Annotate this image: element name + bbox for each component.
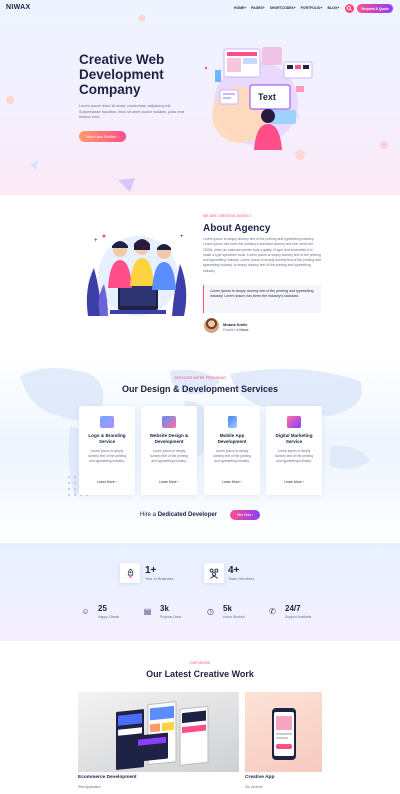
work-title: Our Latest Creative Work [146, 669, 254, 679]
service-card-text: Lorem ipsum is simply dummy text of the … [213, 449, 251, 463]
marketing-icon [287, 416, 301, 428]
phone-mockup-illustration [272, 708, 296, 760]
service-card-text: Lorem ipsum is simply dummy text of the … [275, 449, 313, 463]
arrow-icon: › [302, 480, 304, 484]
hero-section: Text [0, 0, 400, 195]
stat-team-value: 4+ [228, 565, 240, 576]
nav-item-shortcodes[interactable]: SHORTCODES+ [270, 6, 296, 10]
stat-years-value: 1+ [145, 565, 157, 576]
stat-projects-label: Projects Done [160, 615, 182, 619]
service-card-title: Website Design & Development [149, 433, 189, 445]
stat-support-label: Support Available [285, 615, 312, 619]
avatar [204, 318, 219, 333]
nav-item-portfolio[interactable]: PORTFOLIO+ [301, 6, 323, 10]
website-icon [162, 416, 176, 428]
search-button[interactable] [345, 4, 354, 13]
hire-developer-text: Hire a Dedicated Developer [140, 512, 217, 518]
site-logo[interactable]: NIWAX [6, 4, 30, 11]
service-card-title: Logo & Branding Service [88, 433, 126, 445]
learn-more-link[interactable]: Learn More › [204, 480, 260, 484]
nav-item-home[interactable]: HOME+ [234, 6, 246, 10]
clients-icon: ☺ [81, 607, 90, 616]
hero-title: Creative Web Development Company [79, 52, 165, 97]
services-title: Our Design & Development Services [121, 384, 279, 394]
ecommerce-project-image[interactable] [78, 692, 239, 772]
service-card-web-design[interactable]: Website Design & Development Lorem ipsum… [141, 406, 197, 495]
service-card-title: Mobile App Development [217, 433, 247, 445]
author-role-prefix: Founder of [223, 328, 239, 332]
learn-more-label: Learn More [97, 480, 115, 484]
author-role: Founder of Niwax [223, 328, 249, 332]
author-company: Niwax [239, 328, 249, 332]
about-illustration: + + [86, 234, 187, 316]
arrow-icon: › [115, 480, 117, 484]
hours-icon: ◷ [207, 607, 214, 616]
stat-hours-label: Hours Worked [223, 615, 245, 619]
creative-app-project-image[interactable] [245, 692, 322, 772]
stats-section [0, 543, 400, 641]
stat-years-label: Year In Business [145, 577, 174, 581]
team-icon [204, 563, 224, 583]
hire-now-button[interactable]: Hire Now › [230, 510, 260, 520]
arrow-icon: › [240, 480, 242, 484]
hire-bold: Dedicated Developer [157, 512, 218, 518]
arrow-icon: › [251, 513, 254, 517]
stat-projects-value: 3k [160, 604, 169, 613]
learn-more-label: Learn More [284, 480, 302, 484]
stat-team-label: Team Members [228, 577, 255, 581]
learn-more-link[interactable]: Learn More › [79, 480, 135, 484]
svg-text:Text: Text [258, 92, 276, 102]
arrow-icon: › [177, 480, 179, 484]
rocket-icon [120, 563, 140, 583]
branding-icon [100, 416, 114, 428]
work-item-category: iOs, Android [245, 785, 263, 789]
mockup-screens-illustration [116, 701, 209, 770]
top-navbar: NIWAX HOME+ PAGES+ SHORTCODES+ PORTFOLIO… [0, 0, 400, 18]
about-text: Lorem Ipsum is simply dummy text of the … [203, 237, 321, 273]
hero-decoration: Text [6, 14, 388, 192]
about-subtitle: WE ARE CREATIVE AGENCY [203, 214, 252, 218]
work-item-title[interactable]: Ecommerce Development [78, 775, 137, 780]
stat-hours-value: 5k [223, 604, 232, 613]
service-card-mobile-app[interactable]: Mobile App Development Lorem ipsum is si… [204, 406, 260, 495]
about-title: About Agency [203, 223, 271, 234]
service-card-digital-marketing[interactable]: Digital Marketing Service Lorem ipsum is… [266, 406, 322, 495]
svg-text:+: + [94, 238, 98, 244]
learn-more-link[interactable]: Learn More › [141, 480, 197, 484]
view-case-studies-button[interactable]: View Case Studies › [79, 131, 126, 142]
main-nav: HOME+ PAGES+ SHORTCODES+ PORTFOLIO+ BLOG… [234, 6, 339, 10]
learn-more-label: Learn More [159, 480, 177, 484]
hire-button-label: Hire Now [236, 513, 251, 517]
service-card-text: Lorem ipsum is simply dummy text of the … [88, 449, 126, 463]
hero-text: Lorem ipsum dolor sit amet, consectetur … [79, 104, 184, 120]
arrow-icon: › [117, 134, 120, 139]
author-name: Moana Smile [223, 322, 248, 327]
learn-more-label: Learn More [222, 480, 240, 484]
projects-icon: ▤ [143, 607, 152, 616]
service-card-logo-branding[interactable]: Logo & Branding Service Lorem ipsum is s… [79, 406, 135, 495]
services-subtitle: SERVICES WE'RE PROVIDING [174, 376, 226, 380]
work-subtitle: OUR WORK [189, 661, 211, 665]
search-icon [347, 6, 352, 11]
mobile-icon [227, 416, 237, 428]
hire-prefix: Hire a [140, 512, 157, 518]
hero-button-label: View Case Studies [85, 134, 116, 139]
request-quote-button[interactable]: Request A Quote [357, 4, 393, 13]
svg-text:+: + [180, 234, 184, 240]
service-card-text: Lorem ipsum is simply dummy text of the … [150, 449, 188, 463]
work-item-title[interactable]: Creative App [245, 775, 274, 780]
support-icon: ✆ [269, 607, 276, 616]
learn-more-link[interactable]: Learn More › [266, 480, 322, 484]
stat-clients-value: 25 [98, 604, 107, 613]
work-item-category: Web Application [78, 785, 101, 789]
about-quote: Lorem Ipsum is simply dummy text of the … [203, 285, 321, 313]
nav-item-pages[interactable]: PAGES+ [251, 6, 265, 10]
stat-support-value: 24/7 [285, 604, 301, 613]
service-card-title: Digital Marketing Service [275, 433, 313, 445]
nav-item-blog[interactable]: BLOG+ [327, 6, 339, 10]
stat-clients-label: Happy Clients [98, 615, 120, 619]
